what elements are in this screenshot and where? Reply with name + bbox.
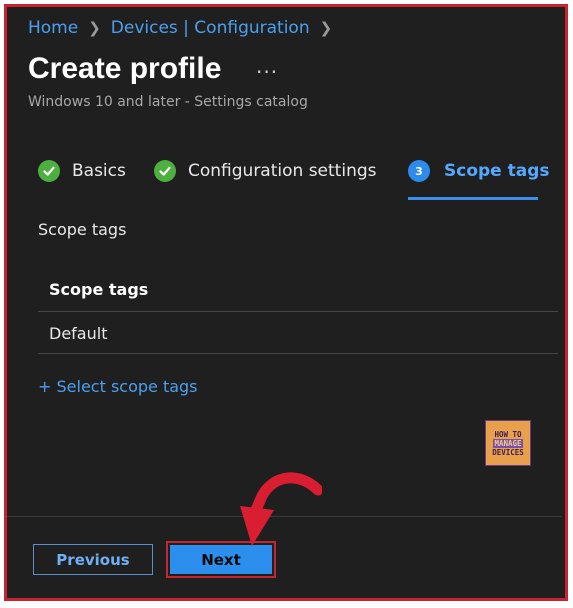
column-header-scope-tags: Scope tags bbox=[49, 280, 149, 299]
check-icon bbox=[38, 160, 60, 182]
step-scope-tags[interactable]: 3 Scope tags bbox=[408, 160, 550, 182]
table-row[interactable]: Default bbox=[38, 312, 558, 354]
previous-button[interactable]: Previous bbox=[33, 544, 153, 575]
page-subtitle: Windows 10 and later - Settings catalog bbox=[28, 94, 308, 110]
more-options-icon[interactable]: ··· bbox=[256, 60, 278, 84]
check-icon bbox=[154, 160, 176, 182]
section-label: Scope tags bbox=[38, 220, 127, 239]
table-header: Scope tags bbox=[38, 266, 558, 312]
chevron-right-icon: ❯ bbox=[319, 19, 333, 37]
chevron-right-icon: ❯ bbox=[88, 19, 101, 37]
logo-line: HOW TO bbox=[494, 429, 522, 439]
page-title: Create profile bbox=[28, 52, 222, 85]
select-scope-tags-link[interactable]: + Select scope tags bbox=[38, 377, 198, 396]
pointer-arrow-icon bbox=[240, 472, 322, 546]
step-label: Scope tags bbox=[444, 161, 550, 181]
logo-line: DEVICES bbox=[492, 447, 524, 457]
wizard-steps: Basics Configuration settings 3 Scope ta… bbox=[38, 160, 558, 200]
breadcrumb: Home ❯ Devices | Configuration ❯ bbox=[28, 18, 342, 38]
table-cell: Default bbox=[49, 324, 108, 343]
breadcrumb-devices-configuration[interactable]: Devices | Configuration bbox=[111, 18, 310, 38]
step-label: Basics bbox=[72, 161, 126, 181]
how-to-manage-devices-logo: HOW TO MANAGE DEVICES bbox=[485, 420, 531, 466]
active-step-indicator bbox=[408, 197, 538, 200]
breadcrumb-home[interactable]: Home bbox=[28, 18, 78, 38]
logo-line: MANAGE bbox=[493, 438, 523, 448]
step-number-badge: 3 bbox=[408, 160, 430, 182]
step-configuration-settings[interactable]: Configuration settings bbox=[154, 160, 377, 182]
step-basics[interactable]: Basics bbox=[38, 160, 126, 182]
step-label: Configuration settings bbox=[188, 161, 377, 181]
